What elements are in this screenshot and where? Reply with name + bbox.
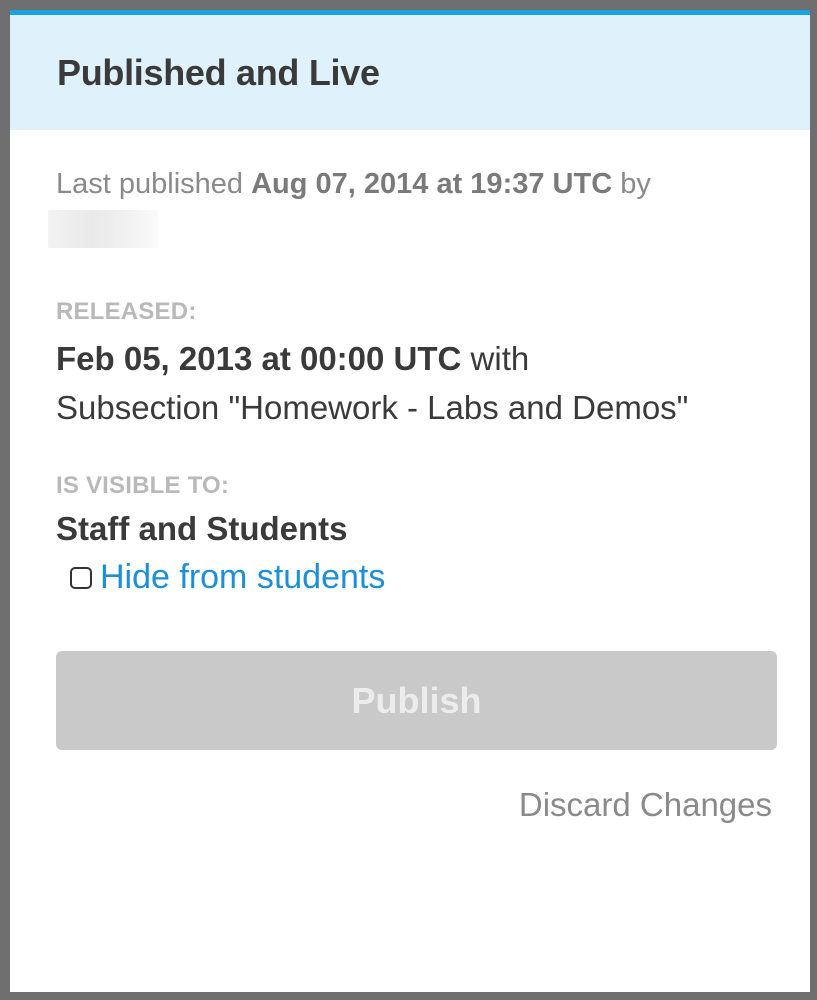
publish-status-panel: Published and Live Last published Aug 07… xyxy=(10,10,810,992)
hide-from-students-row[interactable]: Hide from students xyxy=(70,558,772,597)
last-published-date: Aug 07, 2014 at 19:37 UTC xyxy=(251,168,613,200)
visibility-label: IS VISIBLE TO: xyxy=(56,472,230,499)
last-published-prefix: Last published xyxy=(56,168,252,200)
released-value: Feb 05, 2013 at 00:00 UTC with Subsectio… xyxy=(56,334,772,432)
released-date: Feb 05, 2013 at 00:00 UTC xyxy=(56,340,462,377)
released-label: RELEASED: xyxy=(56,298,197,325)
panel-title: Published and Live xyxy=(57,51,380,93)
last-published-info: Last published Aug 07, 2014 at 19:37 UTC… xyxy=(48,164,772,248)
last-published-suffix: by xyxy=(612,168,651,200)
released-subsection: Subsection "Homework - Labs and Demos" xyxy=(56,389,689,426)
released-with: with xyxy=(461,340,530,377)
panel-header: Published and Live xyxy=(10,15,810,130)
hide-from-students-link[interactable]: Hide from students xyxy=(100,558,385,597)
visibility-value: Staff and Students xyxy=(56,510,348,547)
panel-body: Last published Aug 07, 2014 at 19:37 UTC… xyxy=(10,164,810,824)
discard-changes-link[interactable]: Discard Changes xyxy=(56,786,772,824)
redacted-username xyxy=(48,210,158,248)
hide-from-students-checkbox[interactable] xyxy=(70,566,92,589)
publish-button[interactable]: Publish xyxy=(56,651,777,750)
